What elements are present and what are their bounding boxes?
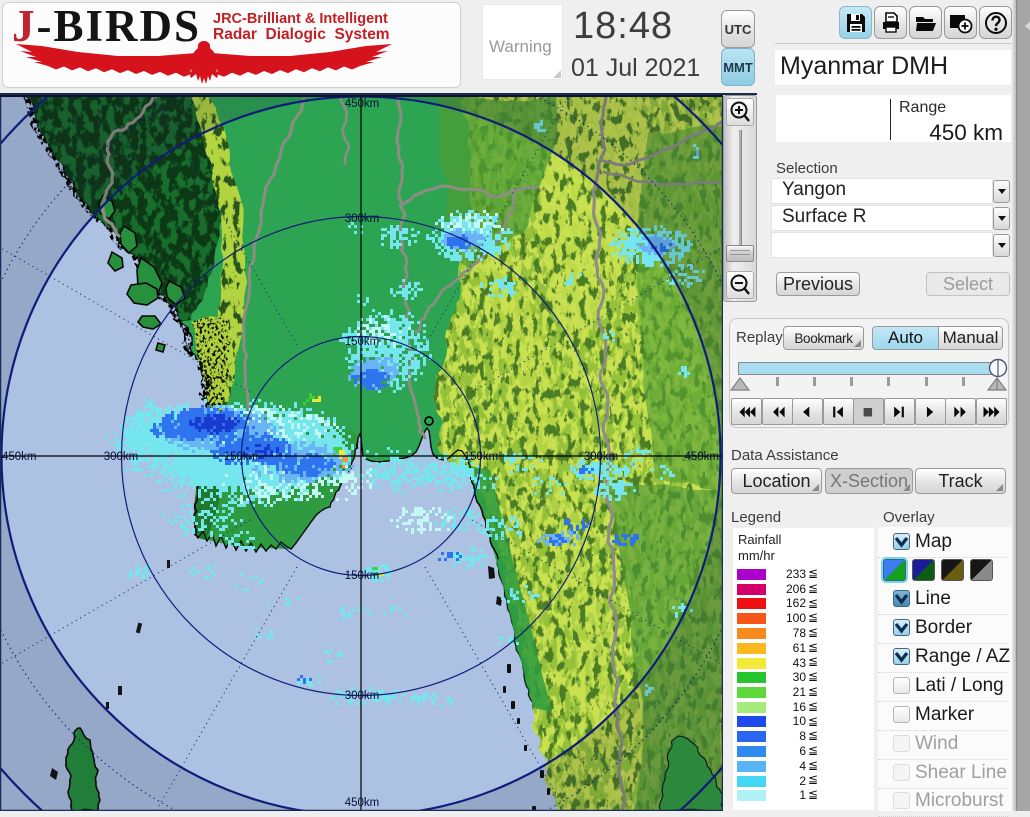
svg-text:450km: 450km xyxy=(345,797,380,809)
svg-text:150km: 150km xyxy=(464,451,499,463)
svg-text:300km: 300km xyxy=(584,451,619,463)
svg-text:150km: 150km xyxy=(345,336,380,348)
svg-text:450km: 450km xyxy=(345,98,380,110)
svg-text:150km: 150km xyxy=(345,570,380,582)
svg-text:450km: 450km xyxy=(684,451,719,463)
svg-text:300km: 300km xyxy=(345,690,380,702)
svg-text:450km: 450km xyxy=(2,451,37,463)
svg-text:150km: 150km xyxy=(224,451,259,463)
svg-text:300km: 300km xyxy=(104,451,139,463)
svg-text:300km: 300km xyxy=(345,213,380,225)
